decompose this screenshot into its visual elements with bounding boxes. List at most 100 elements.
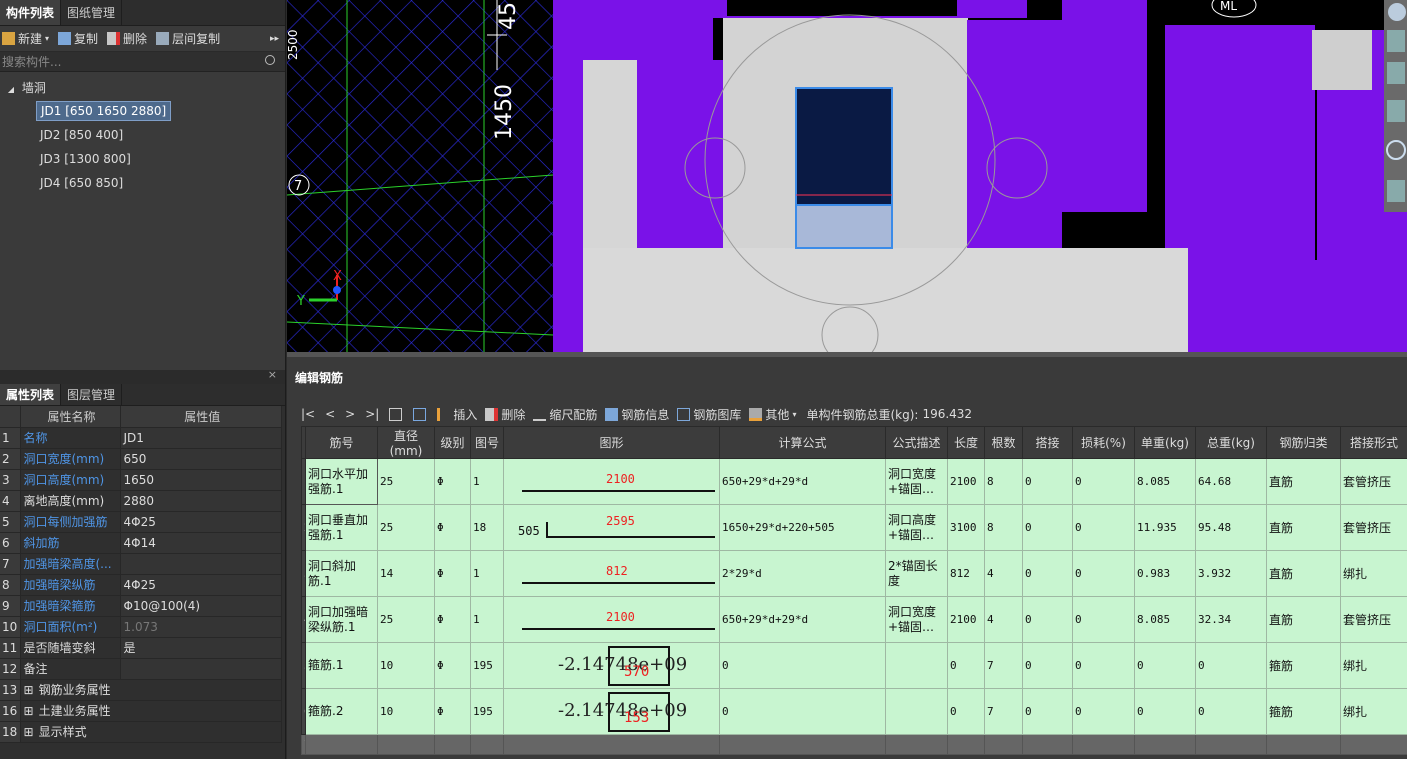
close-icon[interactable]: × bbox=[268, 368, 277, 381]
cell-fig[interactable]: 1 bbox=[470, 550, 504, 597]
cell-cnt[interactable]: 4 bbox=[984, 550, 1023, 597]
cell-unit[interactable]: 11.935 bbox=[1134, 504, 1196, 551]
cell-len[interactable]: 812 bbox=[947, 550, 985, 597]
cell-lapf[interactable]: 绑扎 bbox=[1340, 642, 1407, 689]
cell-cat[interactable]: 直筋 bbox=[1266, 596, 1341, 643]
cell-lap[interactable]: 0 bbox=[1022, 642, 1073, 689]
property-value[interactable]: 1.073 bbox=[120, 616, 282, 638]
column-header[interactable]: 损耗(%) bbox=[1072, 426, 1135, 459]
property-value[interactable]: 4Φ25 bbox=[120, 574, 282, 596]
cell-cat[interactable]: 箍筋 bbox=[1266, 688, 1341, 735]
collapse-icon[interactable]: ◢ bbox=[4, 78, 18, 102]
cell-lapf[interactable]: 套管挤压 bbox=[1340, 458, 1407, 505]
insert-button[interactable]: 插入 bbox=[437, 406, 477, 423]
cell-total[interactable]: 32.34 bbox=[1195, 596, 1267, 643]
tree-root[interactable]: ◢ 墙洞 bbox=[0, 76, 285, 100]
cell-cnt[interactable]: 7 bbox=[984, 642, 1023, 689]
nav-first-button[interactable]: |< bbox=[301, 407, 315, 421]
table-row[interactable]: 2洞口垂直加强筋.125Φ1850525951650+29*d+220+505洞… bbox=[301, 504, 1407, 551]
cell-total[interactable]: 0 bbox=[1195, 688, 1267, 735]
empty-cell[interactable] bbox=[947, 734, 985, 755]
expand-icon[interactable]: ⊞ bbox=[24, 704, 34, 718]
toolbar-more-button[interactable]: ▸▸ bbox=[270, 34, 279, 44]
cell-lapf[interactable]: 套管挤压 bbox=[1340, 504, 1407, 551]
column-header[interactable]: 级别 bbox=[434, 426, 471, 459]
cell-fig[interactable]: 195 bbox=[470, 688, 504, 735]
floor-copy-button[interactable]: 层间复制 bbox=[156, 30, 220, 47]
property-value[interactable] bbox=[120, 553, 282, 575]
cell-dia[interactable]: 25 bbox=[377, 504, 435, 551]
cell-lap[interactable]: 0 bbox=[1022, 458, 1073, 505]
column-header[interactable]: 直径(mm) bbox=[377, 426, 435, 459]
column-header[interactable]: 总重(kg) bbox=[1195, 426, 1267, 459]
cell-fig[interactable]: 1 bbox=[470, 596, 504, 643]
expand-icon[interactable]: ⊞ bbox=[24, 683, 34, 697]
cell-name[interactable]: 洞口水平加强筋.1 bbox=[305, 458, 378, 505]
search-input[interactable]: 搜索构件... bbox=[2, 53, 61, 70]
cell-dia[interactable]: 25 bbox=[377, 596, 435, 643]
cell-name[interactable]: 箍筋.1 bbox=[305, 642, 378, 689]
column-header[interactable]: 筋号 bbox=[305, 426, 378, 459]
empty-cell[interactable] bbox=[1195, 734, 1267, 755]
cell-cnt[interactable]: 7 bbox=[984, 688, 1023, 735]
tree-item-jd3[interactable]: JD3 [1300 800] bbox=[36, 148, 285, 172]
cell-loss[interactable]: 0 bbox=[1072, 688, 1135, 735]
column-header[interactable]: 单重(kg) bbox=[1134, 426, 1196, 459]
viewport-canvas[interactable]: 1450 45 2500 7 X Y ML bbox=[287, 0, 1407, 352]
top-view-icon[interactable] bbox=[1387, 30, 1405, 52]
cell-cat[interactable]: 箍筋 bbox=[1266, 642, 1341, 689]
move-down-button[interactable] bbox=[413, 407, 429, 421]
front-view-icon[interactable] bbox=[1387, 62, 1405, 84]
property-row[interactable]: 7 加强暗梁高度(... bbox=[0, 553, 282, 575]
tree-item-jd1[interactable]: JD1 [650 1650 2880] bbox=[36, 100, 285, 124]
cell-formula[interactable]: 0 bbox=[719, 642, 886, 689]
view-cube-icon[interactable] bbox=[1388, 3, 1406, 21]
cell-fig[interactable]: 1 bbox=[470, 458, 504, 505]
cell-loss[interactable]: 0 bbox=[1072, 550, 1135, 597]
cell-lapf[interactable]: 套管挤压 bbox=[1340, 596, 1407, 643]
property-value[interactable]: 是 bbox=[120, 637, 282, 659]
property-value[interactable]: 4Φ14 bbox=[120, 532, 282, 554]
cell-len[interactable]: 2100 bbox=[947, 596, 985, 643]
column-header[interactable]: 计算公式 bbox=[719, 426, 886, 459]
cell-grade[interactable]: Φ bbox=[434, 504, 471, 551]
table-row[interactable]: 4 洞口加强暗梁纵筋.125Φ1 2100 650+29*d+29*d洞口宽度+锚固…… bbox=[301, 596, 1407, 643]
side-view-icon[interactable] bbox=[1387, 100, 1405, 122]
shape-cell[interactable]: -2.14748e+09 570 bbox=[503, 642, 720, 689]
shape-cell[interactable]: 2100 bbox=[503, 596, 720, 643]
cell-grade[interactable]: Φ bbox=[434, 642, 471, 689]
empty-cell[interactable] bbox=[503, 734, 720, 755]
copy-button[interactable]: 复制 bbox=[58, 30, 98, 47]
property-value[interactable]: JD1 bbox=[120, 427, 282, 449]
nav-prev-button[interactable]: < bbox=[325, 407, 335, 421]
cell-lap[interactable]: 0 bbox=[1022, 596, 1073, 643]
property-row[interactable]: 5 洞口每侧加强筋 4Φ25 bbox=[0, 511, 282, 533]
cell-desc[interactable] bbox=[885, 642, 948, 689]
cell-lap[interactable]: 0 bbox=[1022, 550, 1073, 597]
cell-loss[interactable]: 0 bbox=[1072, 458, 1135, 505]
rebar-info-button[interactable]: 钢筋信息 bbox=[605, 406, 669, 423]
column-header[interactable]: 根数 bbox=[984, 426, 1023, 459]
delete-button[interactable]: 删除 bbox=[107, 30, 147, 47]
property-row[interactable]: 8 加强暗梁纵筋 4Φ25 bbox=[0, 574, 282, 596]
new-button[interactable]: 新建 ▾ bbox=[2, 30, 49, 47]
cell-lap[interactable]: 0 bbox=[1022, 504, 1073, 551]
dynamic-view-icon[interactable] bbox=[1387, 180, 1405, 202]
tree-item-jd4[interactable]: JD4 [650 850] bbox=[36, 172, 285, 196]
cell-grade[interactable]: Φ bbox=[434, 458, 471, 505]
empty-cell[interactable] bbox=[1340, 734, 1407, 755]
cell-loss[interactable]: 0 bbox=[1072, 504, 1135, 551]
tab-drawing-manage[interactable]: 图纸管理 bbox=[61, 0, 123, 25]
cell-formula[interactable]: 650+29*d+29*d bbox=[719, 458, 886, 505]
cell-desc[interactable]: 洞口宽度+锚固… bbox=[885, 458, 948, 505]
property-row[interactable]: 2 洞口宽度(mm) 650 bbox=[0, 448, 282, 470]
property-value[interactable]: 650 bbox=[120, 448, 282, 470]
cell-unit[interactable]: 0 bbox=[1134, 642, 1196, 689]
shape-cell[interactable]: 2100 bbox=[503, 458, 720, 505]
cell-cnt[interactable]: 4 bbox=[984, 596, 1023, 643]
cell-cat[interactable]: 直筋 bbox=[1266, 504, 1341, 551]
tab-layer-manage[interactable]: 图层管理 bbox=[61, 384, 123, 405]
empty-cell[interactable] bbox=[470, 734, 504, 755]
cell-len[interactable]: 0 bbox=[947, 688, 985, 735]
shape-cell[interactable]: 505 2595 bbox=[503, 504, 720, 551]
